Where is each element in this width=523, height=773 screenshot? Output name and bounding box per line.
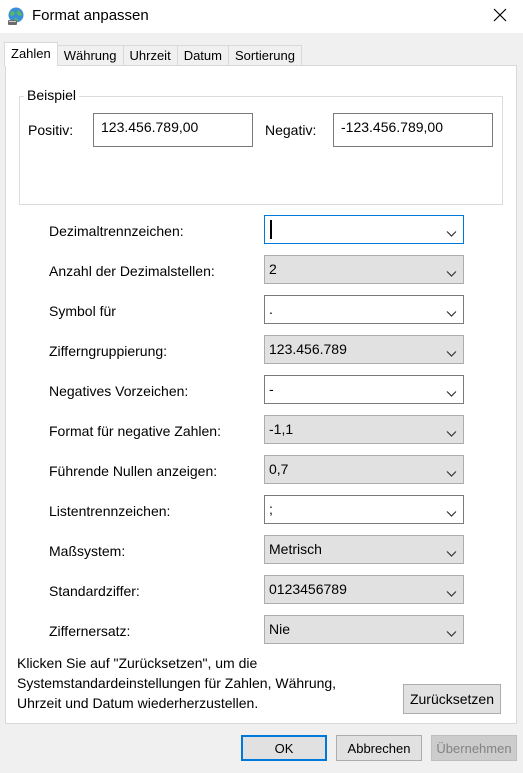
leading-zeros-value: 0,7 — [269, 461, 289, 477]
close-icon — [493, 8, 507, 25]
chevron-down-icon — [446, 505, 457, 517]
negative-sign-value: - — [269, 381, 274, 397]
negative-example-field: -123.456.789,00 — [333, 113, 493, 147]
grouping-symbol-select[interactable]: . — [264, 295, 464, 324]
grouping-symbol-value: . — [269, 301, 273, 317]
example-legend: Beispiel — [24, 87, 80, 103]
setting-label-decimal-separator: Dezimaltrennzeichen: — [49, 223, 184, 239]
positive-example-field: 123.456.789,00 — [93, 113, 253, 147]
setting-label-grouping-symbol: Symbol für — [49, 303, 116, 319]
chevron-down-icon — [446, 385, 457, 397]
digit-grouping-select[interactable]: 123.456.789 — [264, 335, 464, 364]
chevron-down-icon — [446, 465, 457, 477]
setting-label-list-separator: Listentrennzeichen: — [49, 503, 171, 519]
info-line: Klicken Sie auf "Zurücksetzen", um die — [17, 655, 258, 671]
setting-label-digit-grouping: Zifferngruppierung: — [49, 343, 168, 359]
negative-label: Negativ: — [265, 122, 317, 138]
tab-sortierung[interactable]: Sortierung — [227, 45, 302, 66]
example-groupbox: Beispiel Positiv: 123.456.789,00 Negativ… — [19, 87, 503, 205]
chevron-down-icon — [446, 265, 457, 277]
chevron-down-icon — [446, 625, 457, 637]
measurement-system-value: Metrisch — [269, 541, 322, 557]
setting-label-negative-sign: Negatives Vorzeichen: — [49, 383, 189, 399]
globe-settings-icon — [6, 6, 26, 26]
setting-label-measurement-system: Maßsystem: — [49, 543, 126, 559]
setting-label-negative-format: Format für negative Zahlen: — [49, 423, 221, 439]
ok-button[interactable]: OK — [241, 735, 327, 761]
apply-button[interactable]: Übernehmen — [431, 735, 517, 761]
tab-uhrzeit[interactable]: Uhrzeit — [122, 45, 178, 66]
chevron-down-icon — [446, 305, 457, 317]
decimal-separator-select[interactable]: , — [264, 215, 464, 244]
tab-waehrung[interactable]: Währung — [56, 45, 124, 66]
tab-strip: Zahlen Währung Uhrzeit Datum Sortierung — [4, 42, 302, 66]
list-separator-select[interactable]: ; — [264, 495, 464, 524]
reset-button[interactable]: Zurücksetzen — [403, 684, 501, 714]
title-bar: Format anpassen — [0, 0, 523, 33]
setting-label-digit-substitution: Ziffernersatz: — [49, 623, 131, 639]
reset-info-text: Klicken Sie auf "Zurücksetzen", um die S… — [17, 653, 387, 713]
setting-label-leading-zeros: Führende Nullen anzeigen: — [49, 463, 218, 479]
info-line: Uhrzeit und Datum wiederherzustellen. — [17, 695, 259, 711]
standard-digits-value: 0123456789 — [269, 581, 347, 597]
digit-substitution-value: Nie — [269, 621, 291, 637]
positive-label: Positiv: — [28, 122, 74, 138]
chevron-down-icon — [446, 425, 457, 437]
digit-substitution-select[interactable]: Nie — [264, 615, 464, 644]
tab-datum[interactable]: Datum — [176, 45, 229, 66]
tab-panel-zahlen: Beispiel Positiv: 123.456.789,00 Negativ… — [5, 65, 517, 724]
setting-label-decimal-places: Anzahl der Dezimalstellen: — [49, 263, 215, 279]
cancel-button[interactable]: Abbrechen — [336, 735, 422, 761]
decimal-places-value: 2 — [269, 261, 277, 277]
digit-grouping-value: 123.456.789 — [269, 341, 347, 357]
setting-label-standard-digits: Standardziffer: — [49, 583, 140, 599]
chevron-down-icon — [446, 585, 457, 597]
standard-digits-select[interactable]: 0123456789 — [264, 575, 464, 604]
negative-format-select[interactable]: -1,1 — [264, 415, 464, 444]
list-separator-value: ; — [269, 501, 273, 517]
chevron-down-icon — [446, 225, 457, 237]
leading-zeros-select[interactable]: 0,7 — [264, 455, 464, 484]
negative-format-value: -1,1 — [269, 421, 294, 437]
negative-sign-select[interactable]: - — [264, 375, 464, 404]
tab-zahlen[interactable]: Zahlen — [4, 42, 58, 66]
close-button[interactable] — [477, 0, 523, 33]
info-line: Systemstandardeinstellungen für Zahlen, … — [17, 675, 337, 691]
decimal-places-select[interactable]: 2 — [264, 255, 464, 284]
focus-caret — [270, 220, 272, 239]
chevron-down-icon — [446, 345, 457, 357]
chevron-down-icon — [446, 545, 457, 557]
measurement-system-select[interactable]: Metrisch — [264, 535, 464, 564]
window-title: Format anpassen — [32, 7, 149, 24]
